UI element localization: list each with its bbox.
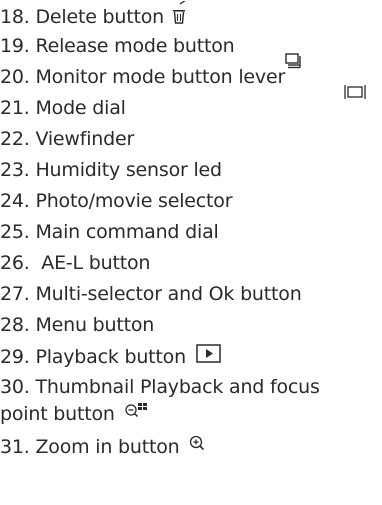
list-item-zoom-in-button: 31. Zoom in button xyxy=(0,433,208,462)
item-label: 18. Delete button xyxy=(0,6,164,28)
play-box-icon xyxy=(196,343,222,372)
list-item-release-mode-button: 19. Release mode button xyxy=(0,33,235,59)
list-item-humidity-sensor-led: 23. Humidity sensor led xyxy=(0,157,222,183)
list-item-thumbnail-playback: 30. Thumbnail Playback and focus xyxy=(0,374,320,400)
list-item-thumbnail-playback-continued: point button xyxy=(0,400,152,429)
zoom-in-icon xyxy=(188,433,208,462)
list-item-playback-button: 29. Playback button xyxy=(0,343,222,372)
item-label: 23. Humidity sensor led xyxy=(0,159,222,181)
monitor-mode-icon xyxy=(343,82,367,106)
item-label: 22. Viewfinder xyxy=(0,128,135,150)
release-mode-icon xyxy=(284,52,304,76)
item-label: 27. Multi-selector and Ok button xyxy=(0,283,302,305)
item-label: 25. Main command dial xyxy=(0,221,219,243)
list-item-ae-l-button: 26. AE-L button xyxy=(0,250,150,276)
item-label: 24. Photo/movie selector xyxy=(0,190,233,212)
list-item-menu-button: 28. Menu button xyxy=(0,312,154,338)
item-label: point button xyxy=(0,403,115,425)
item-label: 19. Release mode button xyxy=(0,35,235,57)
list-item-multi-selector-ok-button: 27. Multi-selector and Ok button xyxy=(0,281,302,307)
item-label: 20. Monitor mode button lever xyxy=(0,66,286,88)
trash-icon xyxy=(170,0,188,34)
item-label: 26. AE-L button xyxy=(0,252,151,274)
item-label: 21. Mode dial xyxy=(0,97,126,119)
list-item-monitor-mode-button-lever: 20. Monitor mode button lever xyxy=(0,64,285,90)
item-label: 29. Playback button xyxy=(0,346,186,368)
zoom-out-focus-icon xyxy=(124,400,152,429)
item-label: 31. Zoom in button xyxy=(0,436,180,458)
list-item-delete-button: 18. Delete button xyxy=(0,0,188,34)
item-label: 30. Thumbnail Playback and focus xyxy=(0,376,320,398)
list-item-photo-movie-selector: 24. Photo/movie selector xyxy=(0,188,233,214)
list-item-viewfinder: 22. Viewfinder xyxy=(0,126,134,152)
list-item-main-command-dial: 25. Main command dial xyxy=(0,219,219,245)
list-item-mode-dial: 21. Mode dial xyxy=(0,95,126,121)
item-label: 28. Menu button xyxy=(0,314,155,336)
